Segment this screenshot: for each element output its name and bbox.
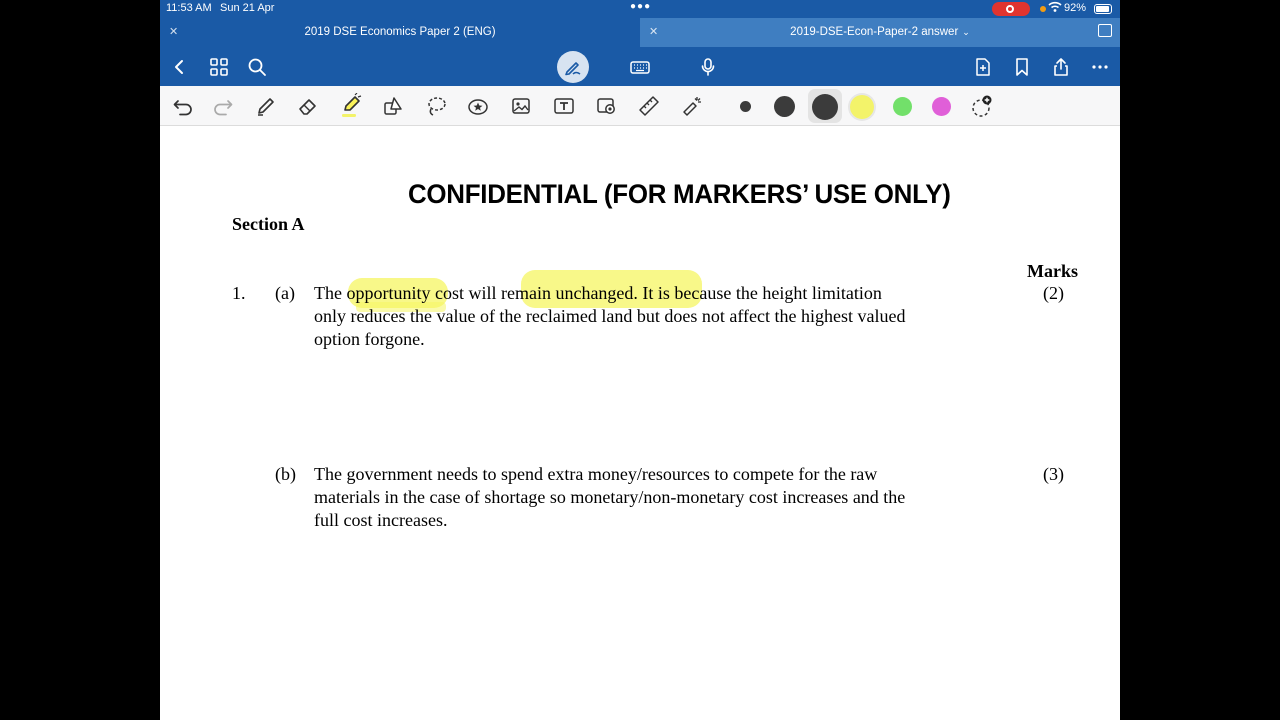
lasso-icon[interactable] (425, 95, 447, 117)
answer-line: full cost increases. (314, 510, 448, 530)
mic-indicator-icon (1040, 6, 1046, 12)
share-icon[interactable] (1051, 57, 1071, 77)
undo-icon[interactable] (172, 95, 194, 117)
nav-bar (160, 47, 1120, 86)
add-page-icon[interactable] (973, 57, 993, 77)
status-time: 11:53 AM (166, 2, 212, 14)
split-view-icon[interactable] (1098, 24, 1112, 37)
chevron-down-icon[interactable]: ⌄ (962, 27, 970, 37)
marks-header: Marks (1027, 261, 1078, 281)
pen-size-large-swatch[interactable] (812, 94, 838, 120)
part-label-a: (a) (275, 283, 295, 303)
microphone-icon[interactable] (698, 57, 718, 77)
pen-size-small-swatch[interactable] (740, 101, 751, 112)
document-tabs: ✕ 2019 DSE Economics Paper 2 (ENG) ✕ 201… (160, 18, 1120, 47)
screen-recording-icon[interactable] (992, 2, 1030, 16)
laser-pointer-icon[interactable] (681, 95, 703, 117)
status-date: Sun 21 Apr (220, 2, 275, 14)
answer-line: only reduces the value of the reclaimed … (314, 306, 906, 326)
answer-text-b: The government needs to spend extra mone… (314, 463, 977, 532)
tab-paper[interactable]: ✕ 2019 DSE Economics Paper 2 (ENG) (160, 18, 640, 47)
highlighter-icon[interactable] (340, 92, 364, 119)
search-icon[interactable] (247, 57, 267, 77)
edit-mode-button[interactable] (557, 51, 589, 83)
thumbnails-grid-icon[interactable] (209, 57, 229, 77)
shapes-icon[interactable] (382, 95, 404, 117)
tab-title-row: 2019-DSE-Econ-Paper-2 answer ⌄ (640, 26, 1120, 38)
elements-icon[interactable] (467, 95, 489, 117)
marks-value-a: (2) (1043, 283, 1064, 303)
bookmark-icon[interactable] (1012, 57, 1032, 77)
back-icon[interactable] (170, 57, 190, 77)
ruler-icon[interactable] (638, 95, 660, 117)
answer-line: option forgone. (314, 329, 425, 349)
app-window: 11:53 AM Sun 21 Apr ●●● 92% ✕ 2019 DSE E… (160, 0, 1120, 720)
pen-size-medium-swatch[interactable] (774, 96, 795, 117)
wifi-icon (1048, 1, 1062, 16)
multitasking-dots-icon[interactable]: ●●● (630, 1, 651, 12)
answer-line: materials in the case of shortage so mon… (314, 487, 906, 507)
image-icon[interactable] (510, 95, 532, 117)
keyboard-icon[interactable] (629, 57, 651, 77)
pink-color-swatch[interactable] (932, 97, 951, 116)
page-title: CONFIDENTIAL (FOR MARKERS’ USE ONLY) (408, 179, 951, 209)
battery-percent: 92% (1064, 2, 1087, 14)
annotation-toolbar (160, 86, 1120, 126)
battery-icon (1094, 4, 1112, 14)
redo-icon[interactable] (212, 95, 234, 117)
tab-answer[interactable]: ✕ 2019-DSE-Econ-Paper-2 answer ⌄ (640, 18, 1120, 47)
tab-title: 2019-DSE-Econ-Paper-2 answer (790, 26, 959, 38)
marks-value-b: (3) (1043, 464, 1064, 484)
question-number: 1. (232, 283, 246, 303)
answer-text-a: The opportunity cost will remain unchang… (314, 282, 977, 351)
section-heading: Section A (232, 214, 305, 234)
camera-image-icon[interactable] (596, 95, 618, 117)
eraser-icon[interactable] (297, 95, 319, 117)
text-box-icon[interactable] (553, 95, 575, 117)
tab-title: 2019 DSE Economics Paper 2 (ENG) (304, 26, 496, 38)
green-color-swatch[interactable] (893, 97, 912, 116)
pen-icon[interactable] (255, 95, 277, 117)
add-color-icon[interactable] (970, 95, 992, 117)
yellow-color-swatch[interactable] (850, 95, 874, 119)
part-label-b: (b) (275, 464, 296, 484)
status-bar: 11:53 AM Sun 21 Apr ●●● 92% (160, 0, 1120, 18)
answer-line: The government needs to spend extra mone… (314, 464, 878, 484)
pdf-page[interactable]: CONFIDENTIAL (FOR MARKERS’ USE ONLY) Sec… (160, 126, 1120, 720)
more-icon[interactable] (1090, 57, 1110, 77)
answer-line: The opportunity cost will remain unchang… (314, 283, 882, 303)
